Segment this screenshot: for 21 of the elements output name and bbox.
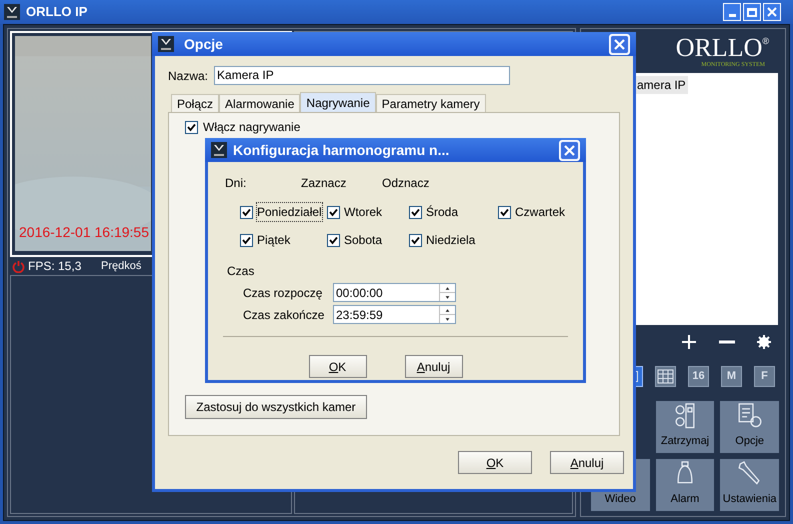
brand-logo: ORLLO	[676, 35, 762, 61]
window-title: ORLLO IP	[26, 3, 88, 22]
day-label: Niedziela	[425, 232, 476, 249]
day-label: Środa	[425, 204, 460, 221]
dialog-title: Opcje	[184, 34, 223, 54]
time-label: Czas zakończe	[243, 306, 326, 324]
time-group-label: Czas	[227, 263, 256, 280]
dialog-title: Konfiguracja harmonogramu n...	[233, 140, 450, 160]
time-label: Czas rozpoczę	[243, 284, 324, 302]
registered-mark: ®	[762, 35, 769, 48]
name-label: Nazwa:	[168, 68, 208, 84]
video-timestamp: 2016-12-01 16:19:55	[19, 223, 149, 242]
day-label: Wtorek	[343, 204, 384, 221]
day-label: Czwartek	[514, 204, 566, 221]
speed-reading: Prędkoś	[101, 258, 142, 274]
days-label: Dni:	[225, 175, 248, 192]
day-label: Sobota	[343, 232, 384, 249]
fps-reading: FPS: 15,3	[28, 258, 82, 275]
day-label: Piątek	[256, 232, 292, 249]
record-label: Włącz nagrywanie	[203, 120, 300, 134]
day-label: Poniedziałel	[256, 202, 323, 222]
